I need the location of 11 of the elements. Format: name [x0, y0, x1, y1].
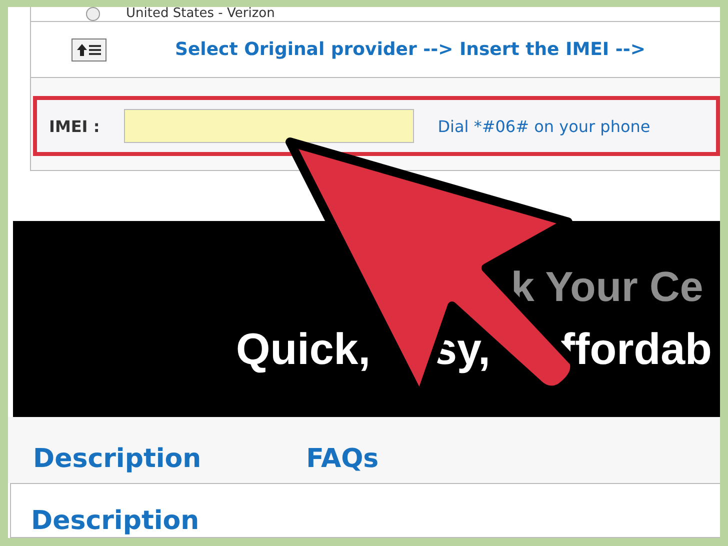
option-label: United States - Verizon: [126, 7, 275, 21]
tab[interactable]: FAQs: [306, 426, 379, 474]
imei-label: IMEI :: [49, 116, 100, 136]
list-icon: [71, 38, 107, 62]
banner-text: Quick,: [236, 325, 370, 375]
imei-field[interactable]: [124, 109, 414, 143]
section-heading: Description: [31, 506, 200, 536]
banner-text: ffordab: [560, 325, 712, 375]
radio-button[interactable]: [86, 7, 100, 21]
tab[interactable]: Description: [33, 426, 202, 474]
imei-hint: Dial *#06# on your phone: [438, 116, 650, 136]
